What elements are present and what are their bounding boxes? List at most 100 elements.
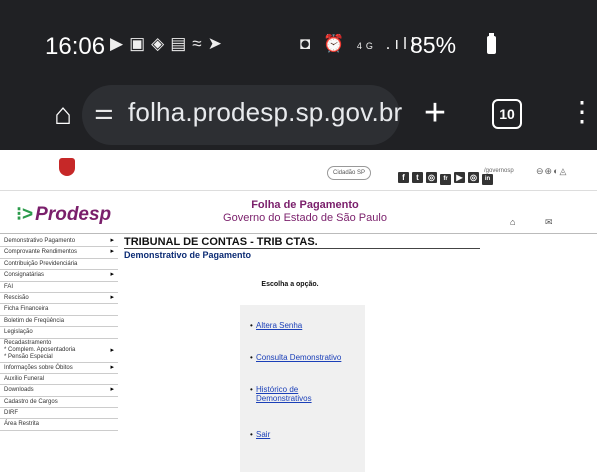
sidebar-item-label: Rescisão [4, 294, 29, 301]
nfc-icon: ◘ [300, 34, 315, 53]
linkedin-icon[interactable]: in [482, 174, 493, 185]
sidebar-item-label: Boletim de Freqüência [4, 317, 65, 324]
new-tab-button[interactable]: + [420, 91, 450, 135]
youtube-icon: ▶ [110, 34, 130, 53]
home-button[interactable]: ⌂ [45, 97, 81, 133]
news-icon: ▤ [170, 34, 193, 53]
sidebar-item[interactable]: Contribuição Previdenciária [0, 259, 118, 271]
sidebar-item[interactable]: Boletim de Freqüência [0, 316, 118, 328]
submenu-arrow-icon: ▸ [110, 293, 114, 301]
document-title: Demonstrativo de Pagamento [124, 250, 252, 260]
battery-icon [487, 33, 496, 54]
divider [124, 248, 480, 249]
binance-icon: ◈ [151, 34, 171, 53]
option-sair[interactable]: • Sair [250, 430, 270, 439]
sidebar-item-label: Área Restrita [4, 421, 40, 428]
address-bar[interactable]: ⚌ folha.prodesp.sp.gov.br [82, 85, 402, 145]
options-panel: • Altera Senha • Consulta Demonstrativo • H… [240, 305, 365, 472]
bullet-icon: • [250, 353, 253, 362]
browser-chrome: 16:06 ▶▣◈▤≈➤ ◘ ⏰ 4G .ıll 85% ⌂ ⚌ folha.p… [0, 0, 597, 150]
sp-crest-icon [59, 158, 75, 176]
browser-toolbar: ⌂ ⚌ folha.prodesp.sp.gov.br + 10 ⋮ [0, 85, 597, 145]
sidebar-item-label: Legislação [4, 329, 33, 336]
organization-title: TRIBUNAL DE CONTAS - TRIB CTAS. [124, 236, 318, 248]
sidebar-item[interactable]: Informações sobre Óbitos ▸ [0, 363, 118, 374]
sidebar-item-label: Comprovante Rendimentos [4, 249, 78, 256]
sidebar-item[interactable]: DIRF [0, 408, 118, 420]
sidebar-item-label: Demonstrativo Pagamento [4, 238, 76, 244]
browser-menu-button[interactable]: ⋮ [568, 95, 596, 129]
submenu-arrow-icon: ▸ [110, 386, 114, 394]
home-icon: ⌂ [53, 98, 73, 131]
sidebar-item-label: Consignatárias [4, 272, 45, 279]
tab-switcher-button[interactable]: 10 [492, 99, 522, 129]
choose-option-label: Escolha a opção. [261, 281, 319, 288]
plus-icon: + [423, 92, 447, 134]
status-bar: 16:06 ▶▣◈▤≈➤ ◘ ⏰ 4G .ıll 85% [0, 0, 597, 85]
system-icons: ◘ ⏰ 4G .ıll [300, 34, 419, 54]
option-consulta-demonstrativo[interactable]: • Consulta Demonstrativo [250, 353, 341, 362]
bullet-icon: • [250, 321, 253, 330]
sidebar-item[interactable]: Ficha Financeira [0, 304, 118, 316]
instagram-alt-icon[interactable]: ◎ [468, 172, 479, 183]
option-label[interactable]: Consulta Demonstrativo [256, 353, 341, 362]
url-text[interactable]: folha.prodesp.sp.gov.br [128, 97, 402, 128]
status-time: 16:06 [45, 33, 106, 60]
gallery-icon: ▣ [129, 34, 152, 53]
sidebar-item[interactable]: Downloads ▸ [0, 385, 118, 397]
social-links: f t ◎ fr ▶ ◎ in [398, 167, 496, 185]
sidebar-item[interactable]: Demonstrativo Pagamento ▸ [0, 236, 118, 248]
option-altera-senha[interactable]: • Altera Senha [250, 321, 302, 330]
sidebar-item-label: Recadastramento * Complem. Aposentadoria… [4, 339, 76, 360]
sidebar-item-label: Cadastro de Cargos [4, 398, 58, 405]
sidebar-item-label: Auxílio Funeral [4, 375, 45, 382]
bullet-icon: • [250, 385, 253, 394]
sidebar-item-label: Ficha Financeira [4, 306, 49, 313]
accessibility-icons[interactable]: ⊖⊕◐◬ [536, 166, 567, 177]
page-subtitle: Governo do Estado de São Paulo [223, 212, 387, 224]
facebook-icon[interactable]: f [398, 172, 409, 183]
option-historico-demonstrativos[interactable]: • Histórico de Demonstrativos [250, 385, 336, 403]
option-label[interactable]: Histórico de Demonstrativos [256, 385, 312, 403]
sidebar-item-label: Contribuição Previdenciária [4, 260, 78, 267]
prodesp-logo[interactable]: ⁝> Prodesp [16, 203, 111, 226]
submenu-arrow-icon: ▸ [110, 363, 114, 371]
cidadao-sp-button[interactable]: Cidadão SP [327, 166, 371, 180]
submenu-arrow-icon: ▸ [110, 248, 114, 256]
notification-icons: ▶▣◈▤≈➤ [110, 34, 228, 54]
battery-level: 85% [410, 32, 457, 58]
sidebar-item[interactable]: FAI [0, 282, 118, 293]
sidebar-item[interactable]: Consignatárias ▸ [0, 270, 118, 282]
page-title: Folha de Pagamento [251, 199, 359, 211]
home-icon[interactable]: ⌂ [510, 217, 515, 227]
instagram-icon[interactable]: ◎ [426, 172, 437, 183]
submenu-arrow-icon: ▸ [110, 271, 114, 279]
twitter-icon[interactable]: t [412, 172, 423, 183]
telegram-icon: ➤ [207, 34, 228, 53]
submenu-arrow-icon: ▸ [110, 346, 114, 354]
sidebar-item[interactable]: Auxílio Funeral [0, 374, 118, 386]
bullet-icon: • [250, 430, 253, 439]
site-header: ⁝> Prodesp Folha de Pagamento Governo do … [0, 191, 597, 234]
social-handle: /governosp [484, 168, 514, 174]
prodesp-logo-text: Prodesp [35, 204, 112, 225]
sidebar-item[interactable]: Recadastramento * Complem. Aposentadoria… [0, 339, 118, 363]
option-label[interactable]: Sair [256, 430, 270, 439]
flickr-icon[interactable]: fr [440, 174, 451, 185]
sidebar-item[interactable]: Cadastro de Cargos [0, 397, 118, 409]
submenu-arrow-icon: ▸ [110, 237, 114, 244]
sidebar-item[interactable]: Legislação [0, 327, 118, 339]
mail-icon[interactable]: ✉ [545, 217, 553, 228]
sidebar-item[interactable]: Comprovante Rendimentos ▸ [0, 247, 118, 259]
site-settings-icon[interactable]: ⚌ [94, 99, 114, 125]
ifood-icon: ≈ [192, 34, 208, 53]
youtube-icon[interactable]: ▶ [454, 172, 465, 183]
sidebar-menu: Demonstrativo Pagamento ▸ Comprovante Rend… [0, 236, 118, 431]
sp-government-logo[interactable] [25, 158, 110, 186]
sidebar-item-label: DIRF [4, 410, 18, 417]
option-label[interactable]: Altera Senha [256, 321, 302, 330]
prodesp-mark-icon: ⁝> [16, 204, 34, 225]
sidebar-item[interactable]: Rescisão ▸ [0, 293, 118, 305]
more-vert-icon: ⋮ [568, 96, 596, 127]
sidebar-item[interactable]: Área Restrita [0, 419, 118, 431]
